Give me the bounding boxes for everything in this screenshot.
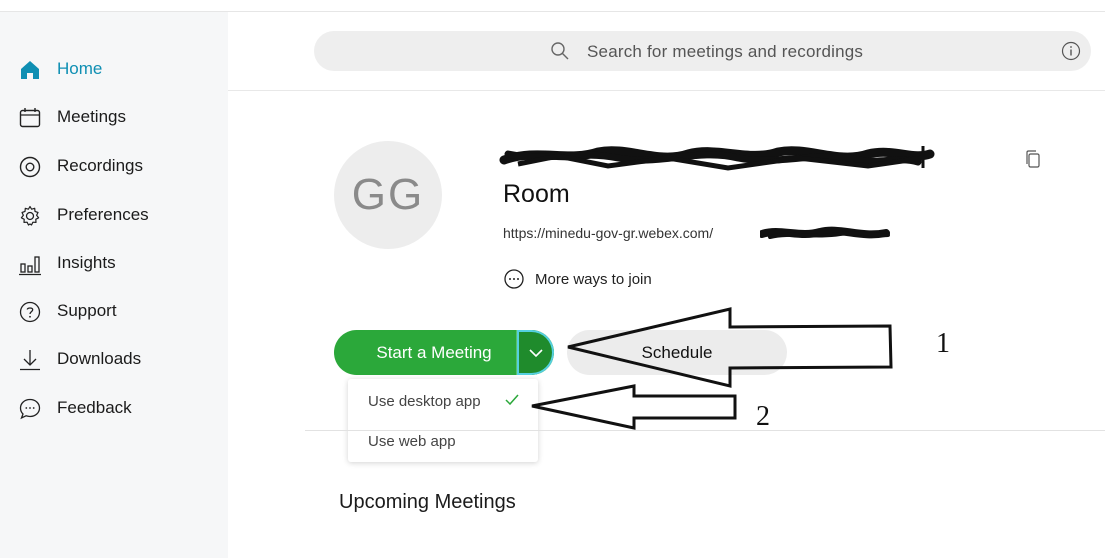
start-meeting-button[interactable]: Start a Meeting [334, 330, 554, 375]
sidebar-item-support[interactable]: Support [0, 291, 228, 331]
search-icon [550, 41, 570, 61]
download-icon [18, 348, 42, 372]
sidebar: Home Meetings Recordings Preferences Ins… [0, 12, 228, 558]
sidebar-item-feedback[interactable]: Feedback [0, 388, 228, 428]
annotation-arrow-2 [531, 384, 737, 430]
start-meeting-label: Start a Meeting [376, 343, 492, 362]
sidebar-item-meetings[interactable]: Meetings [0, 97, 228, 137]
sidebar-item-label: Support [57, 301, 117, 320]
join-options-menu: Use desktop app Use web app [348, 379, 538, 462]
avatar: GG [334, 141, 442, 249]
sidebar-item-recordings[interactable]: Recordings [0, 146, 228, 186]
menu-item-desktop-app[interactable]: Use desktop app [348, 381, 538, 421]
sidebar-item-label: Meetings [57, 107, 126, 126]
sidebar-item-insights[interactable]: Insights [0, 243, 228, 283]
sidebar-item-label: Downloads [57, 349, 142, 368]
annotation-label-2: 2 [756, 401, 770, 432]
schedule-button[interactable]: Schedule [567, 330, 787, 375]
sidebar-item-home[interactable]: Home [0, 49, 228, 89]
upcoming-meetings-heading: Upcoming Meetings [339, 491, 516, 513]
sidebar-item-label: Home [57, 59, 103, 78]
home-icon [18, 58, 42, 82]
section-divider [305, 430, 1105, 431]
more-icon [503, 268, 525, 290]
header-divider [228, 90, 1105, 91]
calendar-icon [18, 106, 42, 130]
room-url[interactable]: https://minedu-gov-gr.webex.com/ [503, 225, 713, 241]
sidebar-item-downloads[interactable]: Downloads [0, 339, 228, 379]
insights-icon [18, 252, 42, 276]
annotation-label-1: 1 [936, 328, 950, 359]
sidebar-item-label: Feedback [57, 398, 132, 417]
redacted-room-name [499, 146, 935, 171]
menu-item-label: Use desktop app [368, 393, 481, 410]
sidebar-item-label: Insights [57, 253, 116, 272]
sidebar-item-label: Preferences [57, 205, 149, 224]
sidebar-item-preferences[interactable]: Preferences [0, 195, 228, 235]
help-icon [18, 300, 42, 324]
gear-icon [18, 204, 42, 228]
copy-icon[interactable] [1024, 149, 1042, 169]
info-icon[interactable] [1061, 41, 1081, 61]
record-icon [18, 155, 42, 179]
chat-icon [18, 397, 42, 421]
redacted-url [760, 226, 890, 239]
menu-item-web-app[interactable]: Use web app [348, 421, 538, 461]
chevron-down-icon [528, 348, 543, 357]
search-placeholder: Search for meetings and recordings [587, 42, 864, 61]
menu-item-label: Use web app [368, 433, 456, 450]
join-options-dropdown[interactable] [516, 330, 554, 375]
sidebar-item-label: Recordings [57, 156, 143, 175]
more-ways-to-join[interactable]: More ways to join [503, 268, 652, 290]
more-ways-label: More ways to join [535, 270, 652, 288]
checkmark-icon [504, 392, 520, 408]
search-input[interactable]: Search for meetings and recordings [314, 31, 1091, 71]
room-title: Room [503, 180, 570, 208]
